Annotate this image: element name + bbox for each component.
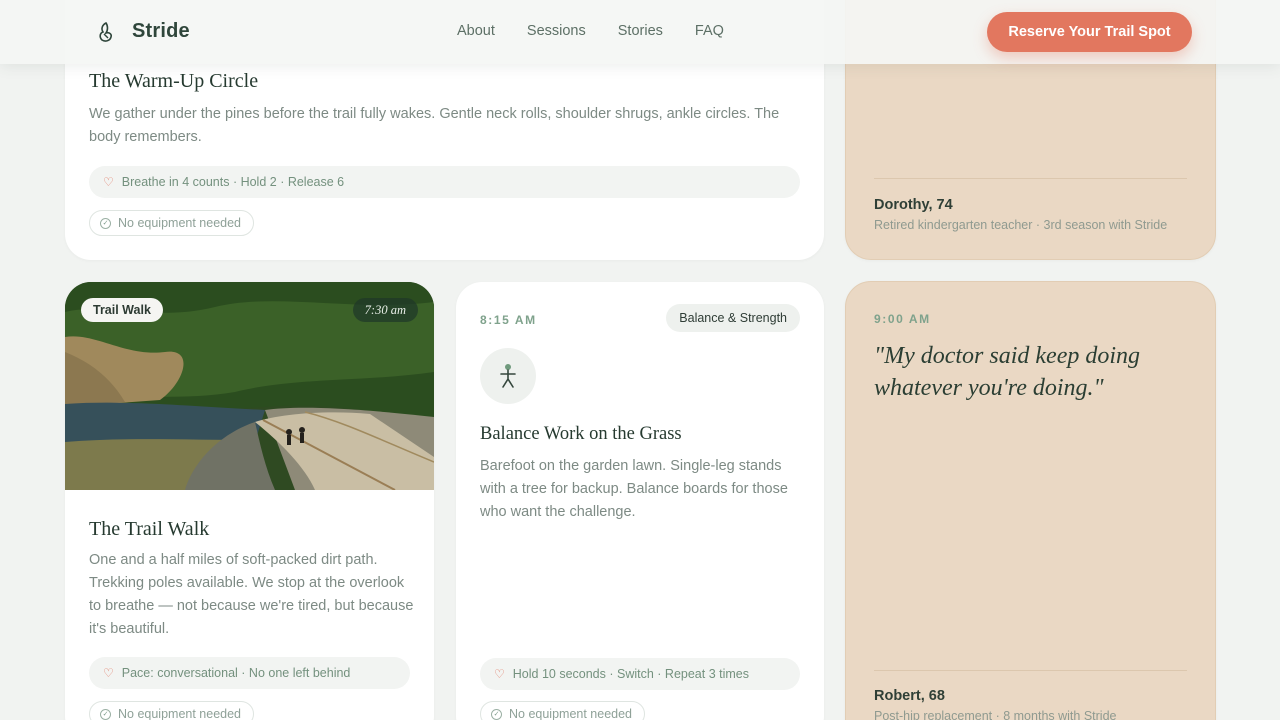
nav-sessions[interactable]: Sessions <box>527 23 586 39</box>
trail-description: One and a half miles of soft-packed dirt… <box>89 552 414 637</box>
balance-tip-text: Hold 10 seconds · Switch · Repeat 3 time… <box>512 667 749 681</box>
heart-icon: ♡ <box>103 175 114 189</box>
divider <box>874 670 1187 671</box>
testimonial-card-bottom: 9:00 AM "My doctor said keep doing whate… <box>845 281 1216 720</box>
check-icon: ✓ <box>491 708 502 720</box>
check-icon: ✓ <box>100 217 111 229</box>
equipment-chip: ✓ No equipment needed <box>480 701 646 720</box>
equipment-chip: ✓ No equipment needed <box>89 701 255 720</box>
testimonial-name: Robert, 68 <box>874 688 945 704</box>
equipment-text: No equipment needed <box>509 707 633 720</box>
balance-card: 8:15 AM Balance & Strength Balance Work … <box>456 282 824 720</box>
brand-logo[interactable]: Stride <box>96 20 190 43</box>
brand-name: Stride <box>132 20 190 42</box>
equipment-text: No equipment needed <box>118 216 242 230</box>
warmup-description: We gather under the pines before the tra… <box>89 106 780 145</box>
equipment-chip: ✓ No equipment needed <box>89 210 255 236</box>
main-nav: About Sessions Stories FAQ <box>457 23 724 39</box>
testimonial-meta: Retired kindergarten teacher · 3rd seaso… <box>874 218 1168 232</box>
divider <box>874 178 1187 179</box>
person-balance-icon <box>480 348 536 404</box>
trail-tip-text: Pace: conversational · No one left behin… <box>121 666 351 680</box>
testimonial-quote: "My doctor said keep doing whatever you'… <box>874 343 1141 401</box>
warmup-title: The Warm-Up Circle <box>89 70 259 92</box>
trail-tag-badge: Trail Walk <box>81 298 163 322</box>
balance-time: 8:15 AM <box>480 313 537 327</box>
trail-tip: ♡ Pace: conversational · No one left beh… <box>89 657 410 689</box>
leaf-logo-icon <box>99 21 112 42</box>
equipment-text: No equipment needed <box>118 707 242 720</box>
testimonial-meta: Post-hip replacement · 8 months with Str… <box>874 709 1117 720</box>
check-icon: ✓ <box>100 708 111 720</box>
balance-tip: ♡ Hold 10 seconds · Switch · Repeat 3 ti… <box>480 658 800 690</box>
site-header: Stride About Sessions Stories FAQ Reserv… <box>0 0 1280 64</box>
trail-walk-card: Trail Walk 7:30 am The Trail Walk One an… <box>65 282 434 720</box>
balance-description: Barefoot on the garden lawn. Single-leg … <box>480 458 788 520</box>
warmup-tip: ♡ Breathe in 4 counts · Hold 2 · Release… <box>89 166 800 198</box>
balance-category-badge: Balance & Strength <box>666 304 800 332</box>
heart-icon: ♡ <box>494 667 505 681</box>
testimonial-name: Dorothy, 74 <box>874 197 953 213</box>
nav-about[interactable]: About <box>457 23 495 39</box>
heart-icon: ♡ <box>103 666 114 680</box>
balance-title: Balance Work on the Grass <box>480 424 682 444</box>
trail-time-badge: 7:30 am <box>352 298 418 322</box>
nav-faq[interactable]: FAQ <box>695 23 724 39</box>
nav-stories[interactable]: Stories <box>618 23 663 39</box>
reserve-spot-button[interactable]: Reserve Your Trail Spot <box>987 12 1192 52</box>
warmup-tip-text: Breathe in 4 counts · Hold 2 · Release 6 <box>121 175 345 189</box>
testimonial-time: 9:00 AM <box>874 312 931 326</box>
trail-title: The Trail Walk <box>89 518 210 540</box>
